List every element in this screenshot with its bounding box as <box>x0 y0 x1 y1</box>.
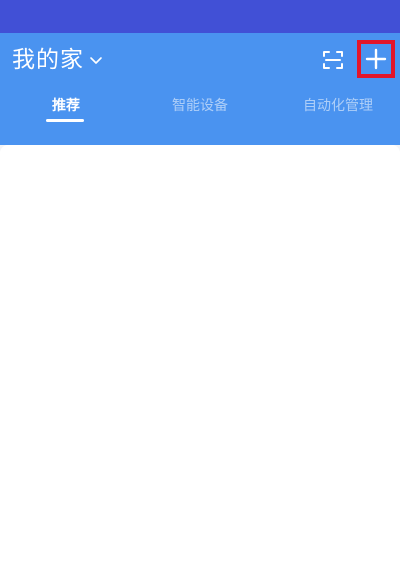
status-bar <box>0 0 400 33</box>
tab-smart-devices[interactable]: 智能设备 <box>140 88 260 124</box>
scan-icon <box>321 48 345 72</box>
app-header: 我的家 推荐 智能设备 自动化管理 <box>0 33 400 145</box>
home-selector[interactable]: 我的家 <box>12 44 104 76</box>
tab-automation[interactable]: 自动化管理 <box>280 88 396 124</box>
scan-button[interactable] <box>320 47 346 73</box>
add-button[interactable] <box>357 40 395 78</box>
active-tab-indicator <box>46 119 84 122</box>
home-title: 我的家 <box>12 47 84 73</box>
content-area <box>0 145 400 571</box>
app-screen: 我的家 推荐 智能设备 自动化管理 <box>0 0 400 571</box>
plus-icon <box>364 47 388 71</box>
tab-bar: 推荐 智能设备 自动化管理 <box>0 88 400 124</box>
chevron-down-icon <box>88 52 104 68</box>
